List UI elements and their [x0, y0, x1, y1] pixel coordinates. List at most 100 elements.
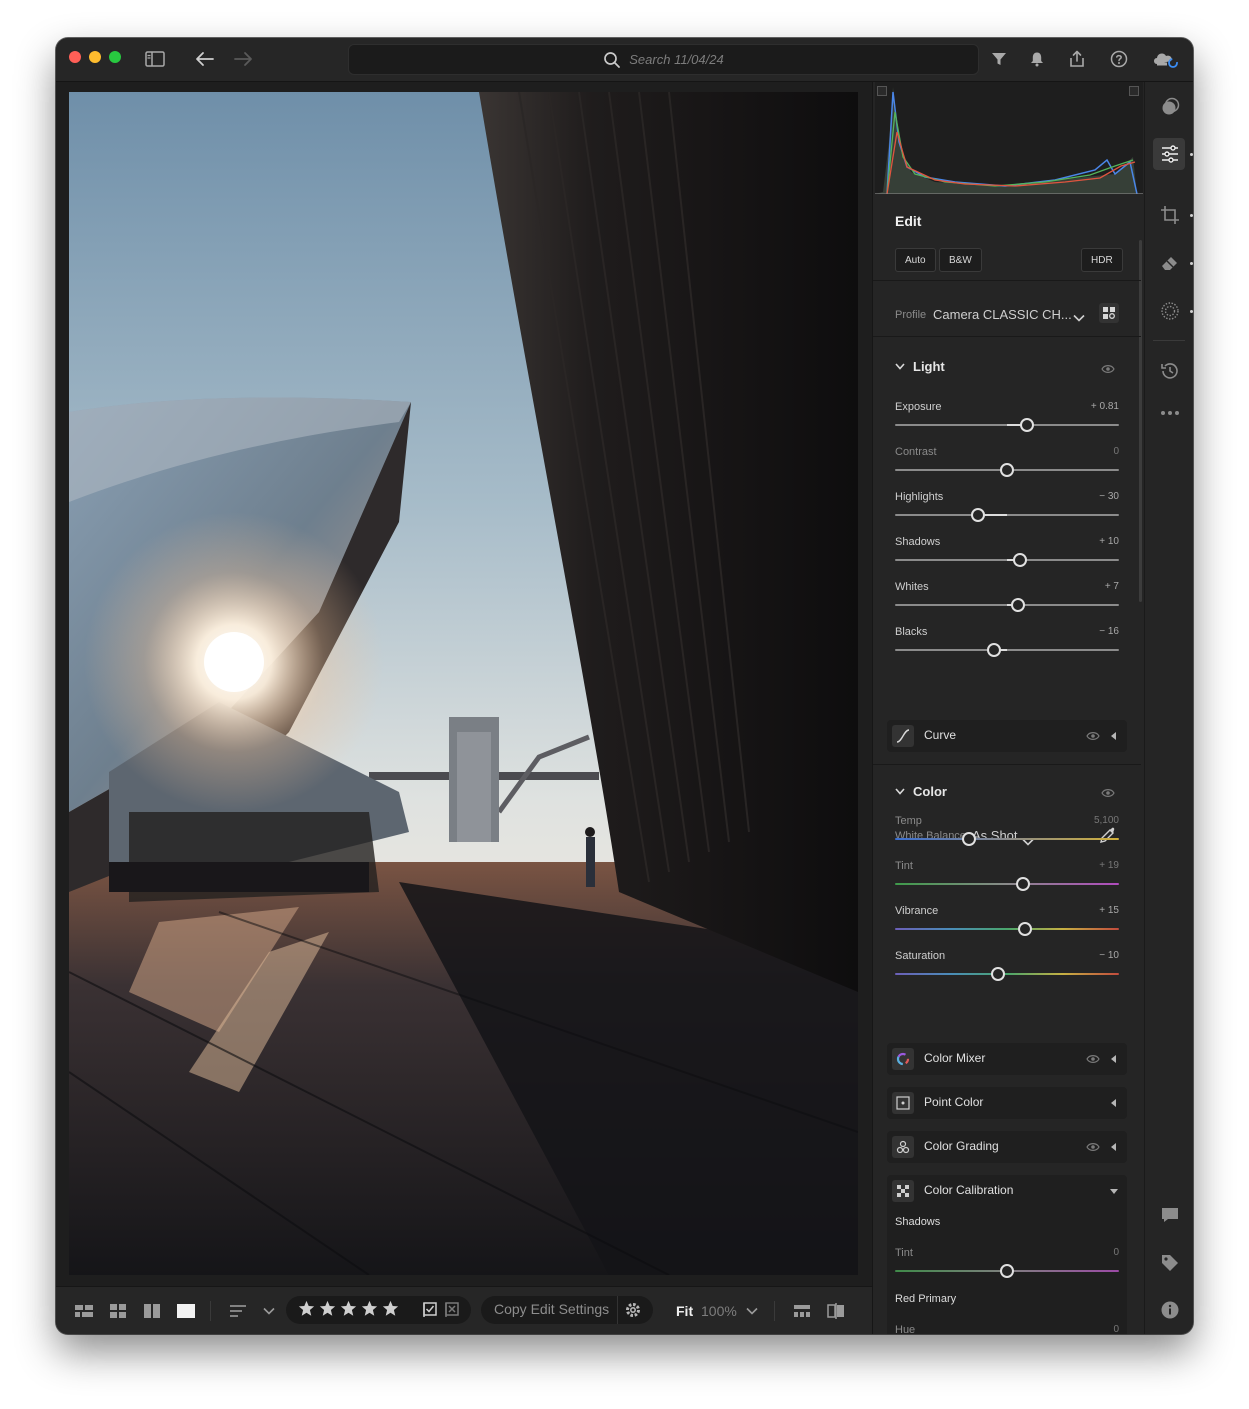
light-section-header[interactable]: Light — [895, 359, 945, 374]
slider-track[interactable] — [895, 649, 1119, 651]
slider-knob[interactable] — [1000, 463, 1014, 477]
panel-scrollbar[interactable] — [1139, 240, 1142, 602]
slider-knob[interactable] — [1000, 1264, 1014, 1278]
exposure-slider[interactable]: Exposure + 0.81 — [895, 401, 1119, 441]
auto-button[interactable]: Auto — [895, 248, 936, 272]
minimize-window-button[interactable] — [89, 51, 101, 63]
expand-arrow-icon[interactable] — [1111, 1099, 1116, 1107]
slider-value[interactable]: + 15 — [1099, 905, 1119, 916]
eye-icon[interactable] — [1101, 788, 1115, 798]
slider-knob[interactable] — [970, 508, 985, 522]
forward-arrow-icon[interactable] — [231, 47, 255, 71]
filmstrip-icon[interactable] — [790, 1299, 814, 1323]
zoom-chevron-down-icon[interactable] — [744, 1299, 760, 1323]
share-icon[interactable] — [1065, 47, 1089, 71]
crop-icon[interactable] — [1157, 202, 1183, 228]
reject-flag-icon[interactable] — [444, 1302, 460, 1323]
slider-knob[interactable] — [1017, 922, 1032, 936]
gear-icon[interactable] — [624, 1301, 642, 1324]
star-icon[interactable] — [382, 1300, 399, 1317]
search-field[interactable]: Search 11/04/24 — [348, 44, 979, 75]
slider-track[interactable] — [895, 973, 1119, 975]
zoom-window-button[interactable] — [109, 51, 121, 63]
shadow-clipping-toggle[interactable] — [877, 86, 887, 96]
masking-icon[interactable] — [1157, 298, 1183, 324]
history-icon[interactable] — [1157, 358, 1183, 384]
detail-view-icon[interactable] — [175, 1299, 197, 1323]
slider-track[interactable] — [895, 514, 1119, 516]
slider-track[interactable] — [895, 928, 1119, 930]
shadows-slider[interactable]: Shadows + 10 — [895, 536, 1119, 576]
tint-slider[interactable]: Tint + 19 — [895, 860, 1119, 900]
star-icon[interactable] — [361, 1300, 378, 1317]
contrast-slider[interactable]: Contrast 0 — [895, 446, 1119, 486]
slider-knob[interactable] — [991, 967, 1006, 981]
star-icon[interactable] — [319, 1300, 336, 1317]
healing-eraser-icon[interactable] — [1157, 250, 1183, 276]
profile-dropdown[interactable]: Camera CLASSIC CH... — [933, 307, 1072, 322]
back-arrow-icon[interactable] — [193, 47, 217, 71]
sidebar-toggle-icon[interactable] — [143, 47, 167, 71]
red-hue-slider[interactable]: Hue 0 — [895, 1324, 1119, 1334]
vibrance-slider[interactable]: Vibrance + 15 — [895, 905, 1119, 945]
more-options-icon[interactable] — [1157, 400, 1183, 426]
whites-slider[interactable]: Whites + 7 — [895, 581, 1119, 621]
slider-value[interactable]: − 10 — [1099, 950, 1119, 961]
eye-icon[interactable] — [1086, 731, 1100, 741]
color-section-header[interactable]: Color — [895, 784, 947, 799]
slider-track[interactable] — [895, 883, 1119, 885]
edit-sliders-icon[interactable] — [1157, 141, 1183, 167]
star-icon[interactable] — [298, 1300, 315, 1317]
fit-zoom-button[interactable]: Fit — [676, 1303, 693, 1319]
info-icon[interactable] — [1157, 1297, 1183, 1323]
profile-chevron-down-icon[interactable] — [1073, 309, 1085, 327]
slider-knob[interactable] — [986, 643, 1001, 657]
slider-value[interactable]: − 30 — [1099, 491, 1119, 502]
slider-track[interactable] — [895, 838, 1119, 840]
tag-icon[interactable] — [1157, 1250, 1183, 1276]
zoom-level-button[interactable]: 100% — [701, 1303, 737, 1319]
cloud-sync-icon[interactable] — [1150, 47, 1180, 71]
close-window-button[interactable] — [69, 51, 81, 63]
expand-arrow-icon[interactable] — [1111, 1143, 1116, 1151]
slider-value[interactable]: − 16 — [1099, 626, 1119, 637]
point-color-panel[interactable]: Point Color — [887, 1087, 1127, 1119]
slider-value[interactable]: 5,100 — [1094, 815, 1119, 826]
slider-value[interactable]: 0 — [1113, 1247, 1119, 1258]
hdr-button[interactable]: HDR — [1081, 248, 1123, 272]
grid-view-icon[interactable] — [73, 1299, 95, 1323]
eye-icon[interactable] — [1086, 1142, 1100, 1152]
color-mixer-panel[interactable]: Color Mixer — [887, 1043, 1127, 1075]
slider-value[interactable]: 0 — [1113, 1324, 1119, 1334]
profile-browser-icon[interactable] — [1099, 303, 1119, 323]
slider-value[interactable]: + 0.81 — [1091, 401, 1119, 412]
star-rating[interactable] — [298, 1300, 399, 1317]
square-grid-view-icon[interactable] — [107, 1299, 129, 1323]
slider-knob[interactable] — [961, 832, 976, 846]
highlight-clipping-toggle[interactable] — [1129, 86, 1139, 96]
slider-knob[interactable] — [1015, 877, 1030, 891]
slider-value[interactable]: + 19 — [1099, 860, 1119, 871]
filter-icon[interactable] — [987, 47, 1011, 71]
expand-arrow-icon[interactable] — [1111, 1055, 1116, 1063]
notifications-bell-icon[interactable] — [1025, 47, 1049, 71]
blacks-slider[interactable]: Blacks − 16 — [895, 626, 1119, 666]
photo-preview[interactable] — [69, 92, 858, 1275]
sort-chevron-down-icon[interactable] — [261, 1299, 277, 1323]
calibration-tint-slider[interactable]: Tint 0 — [895, 1247, 1119, 1287]
before-after-icon[interactable] — [824, 1299, 848, 1323]
collapse-arrow-icon[interactable] — [1110, 1189, 1118, 1194]
comments-icon[interactable] — [1157, 1202, 1183, 1228]
slider-knob[interactable] — [1020, 418, 1035, 432]
highlights-slider[interactable]: Highlights − 30 — [895, 491, 1119, 531]
eye-icon[interactable] — [1101, 364, 1115, 374]
color-grading-panel[interactable]: Color Grading — [887, 1131, 1127, 1163]
slider-value[interactable]: + 10 — [1099, 536, 1119, 547]
slider-knob[interactable] — [1013, 553, 1028, 567]
color-calibration-panel[interactable]: Color Calibration — [887, 1175, 1127, 1207]
curve-panel[interactable]: Curve — [887, 720, 1127, 752]
temp-slider[interactable]: Temp 5,100 — [895, 815, 1119, 855]
presets-icon[interactable] — [1157, 94, 1183, 120]
expand-arrow-icon[interactable] — [1111, 732, 1116, 740]
slider-value[interactable]: 0 — [1113, 446, 1119, 457]
